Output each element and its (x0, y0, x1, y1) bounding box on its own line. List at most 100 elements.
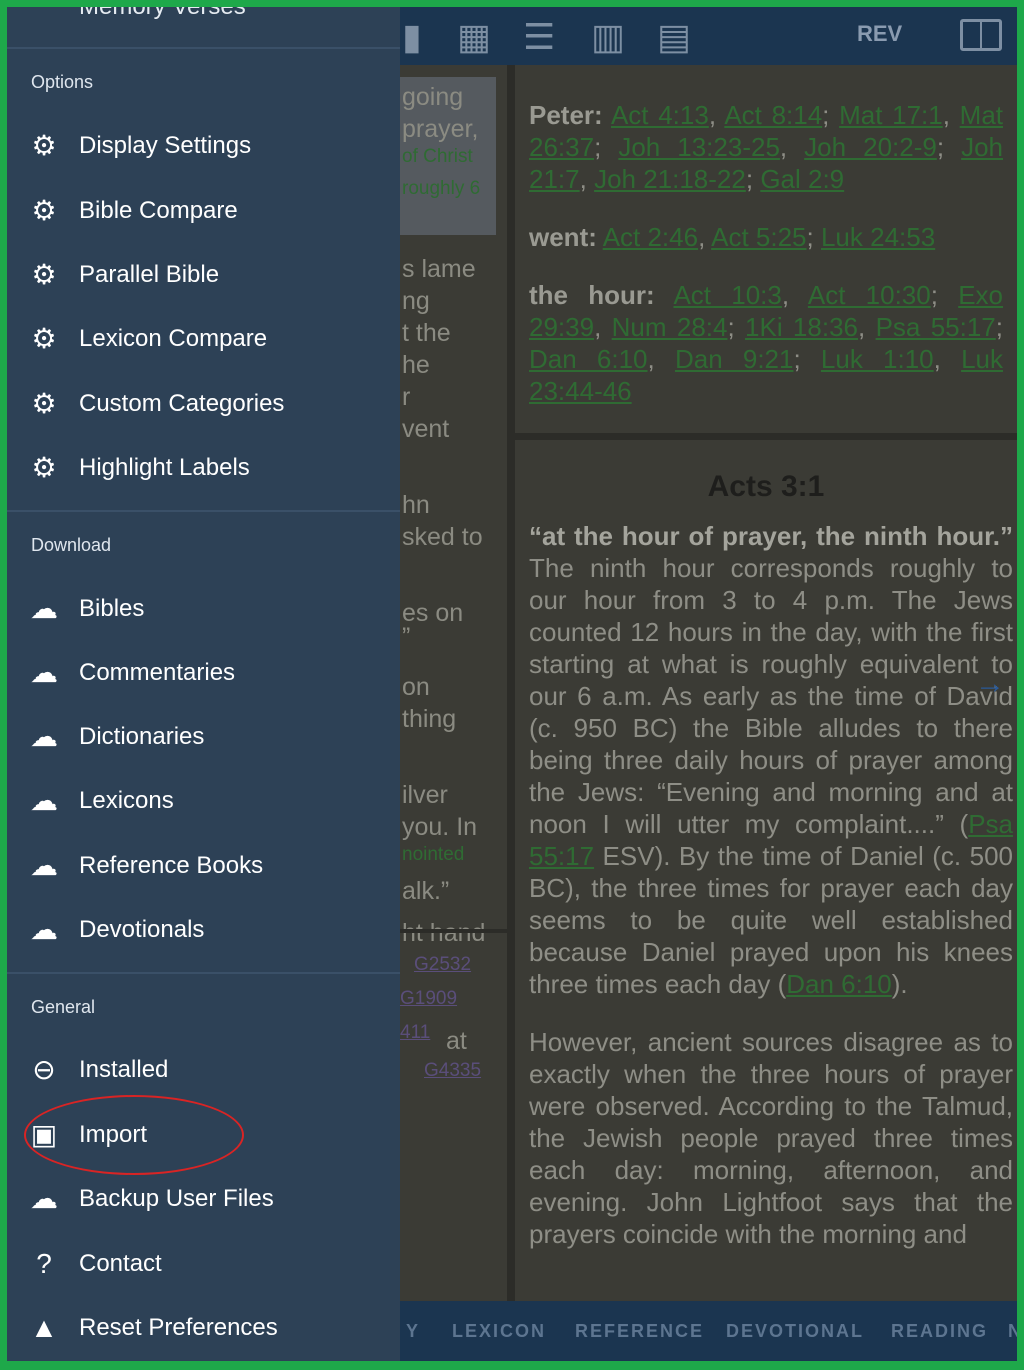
cross-ref-label: went: (529, 222, 597, 252)
verse-link[interactable]: Act 8:14 (724, 100, 822, 130)
strongs-link[interactable]: G4335 (424, 1055, 481, 1087)
strongs-link[interactable]: G2532 (414, 949, 471, 981)
drawer-item-display-settings[interactable]: ⚙ Display Settings (7, 119, 400, 175)
grid-layout-icon[interactable]: ▦ (457, 17, 491, 57)
verse-link[interactable]: Joh 13:23-25 (618, 132, 780, 162)
drawer-item-label: Bibles (79, 595, 145, 622)
drawer-item-label: Contact (79, 1250, 162, 1277)
text-line: roughly 6 (402, 178, 481, 199)
drawer-item-lexicons[interactable]: ☁ Lexicons (7, 774, 400, 830)
section-header-download: Download (31, 535, 112, 555)
tab-devotional[interactable]: DEVOTIONAL (726, 1321, 864, 1342)
panel-layout-icon[interactable]: ▮ (402, 17, 422, 57)
text-line: s lame (402, 255, 476, 283)
gear-icon: ⚙ (31, 388, 57, 419)
cross-ref-label: Peter: (529, 100, 603, 130)
verse-link[interactable]: Dan 9:21 (675, 344, 794, 374)
verse-link[interactable]: Joh 21:18-22 (594, 164, 746, 194)
text-line: on (402, 673, 430, 701)
divider (7, 47, 400, 49)
drawer-item-commentaries[interactable]: ☁ Commentaries (7, 646, 400, 702)
text-line: of Christ (402, 146, 473, 167)
section-header-options: Options (31, 72, 94, 92)
cloud-download-icon: ☁ (30, 785, 58, 816)
verse-link[interactable]: Dan 6:10 (786, 969, 892, 999)
text-line: ht hand (402, 919, 486, 947)
drawer-item-backup-user-files[interactable]: ☁ Backup User Files (7, 1172, 400, 1228)
help-icon: ? (36, 1248, 52, 1279)
list-layout-icon[interactable]: ☰ (523, 17, 555, 57)
pane-divider[interactable] (515, 433, 1017, 440)
split-layout-icon[interactable]: ▤ (657, 17, 691, 57)
strongs-link[interactable]: 411 (400, 1017, 430, 1049)
cloud-download-icon: ☁ (30, 850, 58, 881)
verse-link[interactable]: Luk 1:10 (821, 344, 934, 374)
verse-link[interactable]: Act 5:25 (711, 222, 806, 252)
drawer-item-bible-compare[interactable]: ⚙ Bible Compare (7, 184, 400, 240)
verse-link[interactable]: Act 10:3 (673, 280, 781, 310)
verse-link[interactable]: Luk 24:53 (821, 222, 935, 252)
divider (7, 972, 400, 974)
verse-link[interactable]: Act 2:46 (603, 222, 698, 252)
tab-more[interactable]: N (1008, 1321, 1017, 1342)
cloud-upload-icon: ☁ (30, 1183, 58, 1214)
drawer-item-bibles[interactable]: ☁ Bibles (7, 582, 400, 638)
tab-reading[interactable]: READING (891, 1321, 988, 1342)
cross-ref-group: Peter: Act 4:13, Act 8:14; Mat 17:1, Mat… (529, 100, 1004, 194)
strongs-link[interactable]: G1909 (400, 983, 457, 1015)
drawer-item-lexicon-compare[interactable]: ⚙ Lexicon Compare (7, 312, 400, 368)
bible-version-label[interactable]: REV (857, 21, 902, 47)
cross-ref-group: the hour: Act 10:3, Act 10:30; Exo 29:39… (529, 280, 1004, 406)
drawer-item-reference-books[interactable]: ☁ Reference Books (7, 839, 400, 895)
cloud-download-icon: ☁ (30, 914, 58, 945)
tab-reference[interactable]: REFERENCE (575, 1321, 704, 1342)
drawer-item-devotionals[interactable]: ☁ Devotionals (7, 903, 400, 959)
drawer-item-highlight-labels[interactable]: ⚙ Highlight Labels (7, 441, 400, 497)
drawer-item-contact[interactable]: ? Contact (7, 1237, 400, 1293)
verse-link[interactable]: Psa 55:17 (876, 312, 996, 342)
drawer-item-parallel-bible[interactable]: ⚙ Parallel Bible (7, 248, 400, 304)
verse-link[interactable]: Mat 17:1 (839, 100, 943, 130)
text-line: thing (402, 705, 457, 733)
drawer-item-label: Highlight Labels (79, 454, 250, 481)
drawer-item-dictionaries[interactable]: ☁ Dictionaries (7, 710, 400, 766)
commentary-text: ). (891, 969, 908, 999)
text-line: he (402, 351, 430, 379)
verse-link[interactable]: 1Ki 18:36 (745, 312, 858, 342)
commentary-paragraph: “at the hour of prayer, the ninth hour.”… (515, 520, 1017, 1000)
verse-link[interactable]: Dan 6:10 (529, 344, 648, 374)
drawer-item-label: Custom Categories (79, 390, 285, 417)
tab-lexicon[interactable]: LEXICON (452, 1321, 546, 1342)
drawer-item-label: Reset Preferences (79, 1314, 278, 1341)
drawer-item-label: Bible Compare (79, 197, 238, 224)
text-line: alk.” (402, 877, 450, 905)
arrow-right-icon[interactable]: → (975, 667, 1005, 701)
drawer-item-custom-categories[interactable]: ⚙ Custom Categories (7, 377, 400, 433)
drawer-item-installed[interactable]: ⊖ Installed (7, 1043, 400, 1099)
text-line: ” (402, 623, 411, 651)
verse-link[interactable]: Act 10:30 (808, 280, 931, 310)
open-book-icon[interactable] (960, 19, 1002, 51)
columns-layout-icon[interactable]: ▥ (591, 17, 625, 57)
drawer-item-label: Backup User Files (79, 1185, 274, 1212)
pane-divider[interactable] (507, 65, 515, 1301)
drawer-item-label: Reference Books (79, 852, 264, 879)
verse-link[interactable]: Gal 2:9 (760, 164, 844, 194)
gear-icon: ⚙ (31, 130, 57, 161)
verse-link[interactable]: Num 28:4 (612, 312, 728, 342)
cloud-download-icon: ☁ (30, 721, 58, 752)
verse-link[interactable]: Act 4:13 (611, 100, 709, 130)
text-line: t the (402, 319, 451, 347)
text-line: at (446, 1027, 467, 1055)
text-line: hn (402, 491, 430, 519)
verse-link[interactable]: Joh 20:2-9 (804, 132, 937, 162)
drawer-item-label: Memory Verses (79, 7, 246, 21)
drawer-item-label: Display Settings (79, 132, 252, 159)
drawer-item-label: Lexicons (79, 787, 174, 814)
drawer-item-label: Lexicon Compare (79, 325, 268, 352)
tab-dictionary[interactable]: Y (406, 1321, 420, 1342)
gear-icon: ⚙ (31, 452, 57, 483)
drawer-item-reset-preferences[interactable]: ▲ Reset Preferences (7, 1301, 400, 1357)
drawer-item-memory-verses[interactable]: Memory Verses (7, 7, 400, 47)
bible-text-pane: going prayer, of Christ roughly 6 s lame… (400, 65, 511, 1301)
